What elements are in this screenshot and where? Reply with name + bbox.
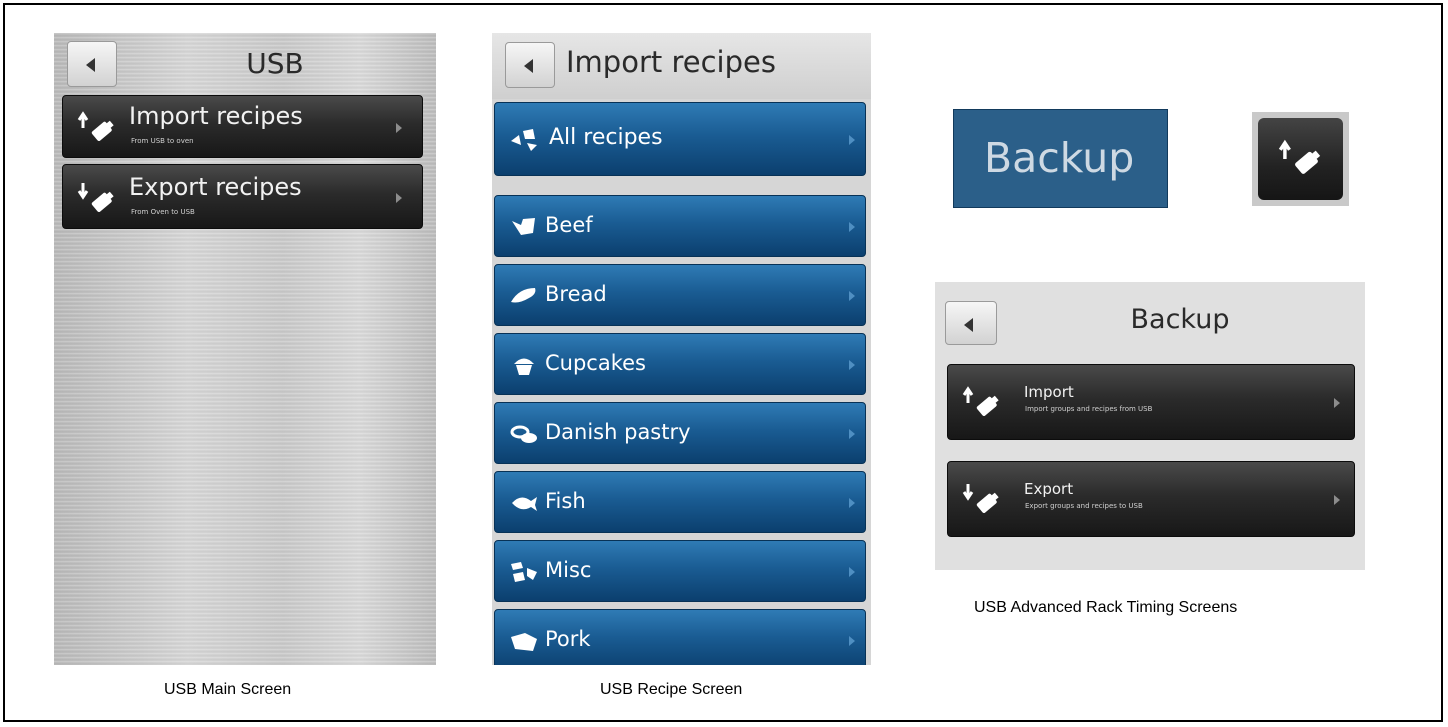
back-arrow-icon bbox=[86, 58, 95, 72]
chevron-right-icon bbox=[396, 193, 402, 203]
backup-export-button[interactable]: Export Export groups and recipes to USB bbox=[947, 461, 1355, 537]
chevron-right-icon bbox=[849, 135, 855, 145]
usb-icon-button[interactable] bbox=[1258, 118, 1343, 200]
backup-button-label: Backup bbox=[984, 134, 1135, 182]
category-label: Fish bbox=[545, 489, 586, 513]
category-pork[interactable]: Pork bbox=[494, 609, 866, 665]
export-recipes-label: Export recipes bbox=[129, 173, 302, 201]
pastry-icon bbox=[510, 425, 537, 443]
usb-recipe-caption: USB Recipe Screen bbox=[600, 681, 743, 698]
usb-main-caption: USB Main Screen bbox=[164, 681, 292, 698]
usb-import-icon bbox=[1278, 139, 1321, 174]
cupcake-icon bbox=[514, 358, 534, 375]
title-bar: Import recipes bbox=[492, 33, 871, 99]
backup-button[interactable]: Backup bbox=[953, 109, 1168, 208]
category-label: Misc bbox=[545, 558, 592, 582]
usb-recipe-screen: Import recipes All recipes Beef Bread Cu… bbox=[492, 33, 871, 665]
category-bread[interactable]: Bread bbox=[494, 264, 866, 326]
back-button[interactable] bbox=[945, 301, 997, 345]
usb-main-screen: USB Import recipes From USB to oven Expo… bbox=[54, 33, 436, 665]
screen-title: Import recipes bbox=[566, 45, 776, 79]
chevron-right-icon bbox=[1334, 398, 1340, 408]
category-cupcakes[interactable]: Cupcakes bbox=[494, 333, 866, 395]
pork-icon bbox=[511, 633, 537, 651]
category-label: Pork bbox=[545, 627, 591, 651]
backup-import-sub: Import groups and recipes from USB bbox=[1025, 405, 1153, 413]
backup-import-label: Import bbox=[1024, 383, 1074, 401]
backup-export-sub: Export groups and recipes to USB bbox=[1025, 502, 1143, 510]
backup-import-button[interactable]: Import Import groups and recipes from US… bbox=[947, 364, 1355, 440]
title-bar: USB bbox=[54, 33, 436, 95]
chevron-right-icon bbox=[849, 498, 855, 508]
usb-icon-tile bbox=[1252, 112, 1349, 206]
chevron-right-icon bbox=[1334, 495, 1340, 505]
category-misc[interactable]: Misc bbox=[494, 540, 866, 602]
category-fish[interactable]: Fish bbox=[494, 471, 866, 533]
back-arrow-icon bbox=[524, 59, 533, 73]
usb-import-icon bbox=[962, 386, 999, 416]
backup-export-label: Export bbox=[1024, 480, 1074, 498]
chevron-right-icon bbox=[849, 360, 855, 370]
usb-export-icon bbox=[77, 183, 114, 212]
category-label: Bread bbox=[545, 282, 607, 306]
export-recipes-button[interactable]: Export recipes From Oven to USB bbox=[62, 164, 423, 229]
all-recipes-button[interactable]: All recipes bbox=[494, 102, 866, 176]
backup-screen: Backup Import Import groups and recipes … bbox=[935, 282, 1365, 570]
chevron-right-icon bbox=[849, 636, 855, 646]
back-button[interactable] bbox=[67, 41, 117, 87]
category-label: Danish pastry bbox=[545, 420, 691, 444]
category-label: Beef bbox=[545, 213, 593, 237]
bread-icon bbox=[511, 288, 536, 303]
back-arrow-icon bbox=[964, 318, 973, 332]
category-beef[interactable]: Beef bbox=[494, 195, 866, 257]
screen-title: Backup bbox=[1130, 304, 1230, 335]
chevron-right-icon bbox=[849, 291, 855, 301]
chevron-right-icon bbox=[849, 222, 855, 232]
import-recipes-button[interactable]: Import recipes From USB to oven bbox=[62, 95, 423, 158]
fish-icon bbox=[512, 497, 537, 511]
all-recipes-icon bbox=[511, 129, 537, 151]
import-recipes-sub: From USB to oven bbox=[131, 137, 194, 145]
chevron-right-icon bbox=[849, 429, 855, 439]
screen-title: USB bbox=[246, 47, 304, 80]
back-button[interactable] bbox=[505, 42, 555, 88]
advanced-caption: USB Advanced Rack Timing Screens bbox=[974, 599, 1238, 616]
chevron-right-icon bbox=[849, 567, 855, 577]
chevron-right-icon bbox=[396, 123, 402, 133]
export-recipes-sub: From Oven to USB bbox=[131, 208, 195, 216]
import-recipes-label: Import recipes bbox=[129, 102, 303, 130]
beef-icon bbox=[512, 218, 535, 235]
all-recipes-label: All recipes bbox=[549, 125, 663, 150]
category-danish-pastry[interactable]: Danish pastry bbox=[494, 402, 866, 464]
usb-export-icon bbox=[962, 484, 999, 513]
category-label: Cupcakes bbox=[545, 351, 646, 375]
misc-icon bbox=[511, 562, 537, 582]
usb-import-icon bbox=[77, 111, 114, 141]
